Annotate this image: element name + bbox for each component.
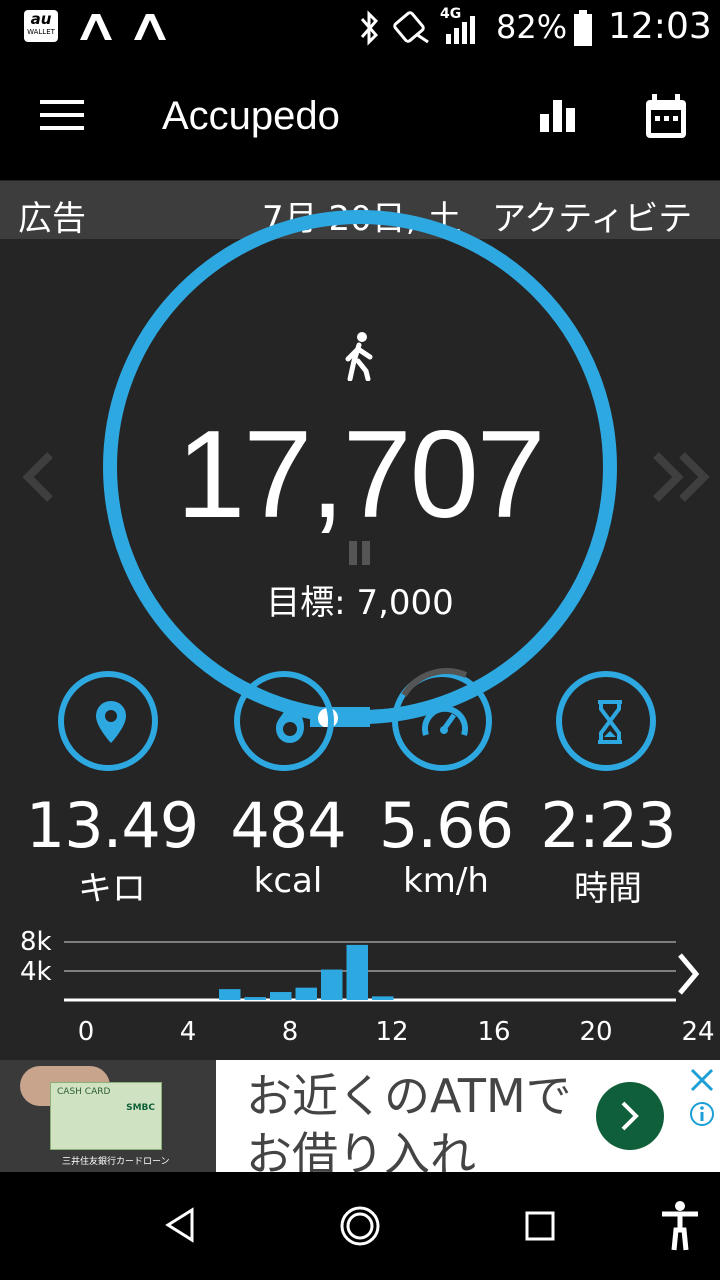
card-caption: 三井住友銀行カードローン xyxy=(62,1157,170,1167)
clock: 12:03 xyxy=(608,6,712,47)
calories-unit: kcal xyxy=(253,861,323,901)
menu-icon[interactable] xyxy=(40,100,86,132)
duration-unit: 時間 xyxy=(574,869,642,909)
pause-icon[interactable] xyxy=(347,539,373,567)
x-tick-0: 0 xyxy=(77,1017,95,1047)
accessibility-icon[interactable] xyxy=(658,1200,702,1252)
bar-hour-11 xyxy=(346,944,368,1000)
x-tick-4: 4 xyxy=(179,1017,197,1047)
ad-close-icon[interactable] xyxy=(688,1066,716,1094)
speed-value: 5.66 xyxy=(378,789,514,862)
a-icon xyxy=(80,14,112,40)
duration-value: 2:23 xyxy=(540,789,676,862)
wallet-top-text: au xyxy=(30,10,52,28)
y-tick-4k: 4k xyxy=(20,957,52,987)
main-panel: 17,707 目標: 7,000 13.49 484 5.66 2:23 キロ … xyxy=(0,210,720,1060)
distance-value: 13.49 xyxy=(25,789,200,862)
speed-unit: km/h xyxy=(403,861,489,901)
bar-hour-9 xyxy=(295,987,317,1000)
card-text: CASH CARD xyxy=(57,1087,111,1097)
app-bar: Accupedo xyxy=(0,56,720,180)
bar-hour-10 xyxy=(321,969,343,1000)
calendar-icon[interactable] xyxy=(644,94,688,140)
au-wallet-icon: au WALLET xyxy=(24,10,58,42)
bar-hour-7 xyxy=(244,997,266,1000)
hourly-steps-chart xyxy=(64,941,676,1002)
wallet-bottom-text: WALLET xyxy=(27,28,55,36)
x-tick-16: 16 xyxy=(477,1017,511,1047)
duration-button[interactable] xyxy=(556,671,656,771)
hourglass-icon xyxy=(598,700,622,744)
bluetooth-icon xyxy=(360,10,379,46)
chart-next-icon[interactable] xyxy=(676,951,702,997)
location-pin-icon xyxy=(96,701,126,743)
app-title: Accupedo xyxy=(162,94,340,138)
battery-icon xyxy=(574,10,592,46)
ad-info-icon[interactable] xyxy=(688,1100,716,1128)
step-count: 17,707 xyxy=(176,406,545,544)
speed-arc xyxy=(401,668,468,697)
chevron-right-icon xyxy=(621,1101,639,1131)
home-icon[interactable] xyxy=(338,1204,382,1248)
bar-hour-12 xyxy=(372,996,394,1000)
x-tick-12: 12 xyxy=(375,1017,409,1047)
ad-label[interactable]: 広告 xyxy=(18,191,86,240)
calories-value: 484 xyxy=(230,789,346,862)
distance-unit: キロ xyxy=(78,869,146,909)
x-tick-24: 24 xyxy=(681,1017,715,1047)
back-icon[interactable] xyxy=(162,1206,198,1244)
bar-chart-icon[interactable] xyxy=(538,96,578,134)
x-tick-8: 8 xyxy=(281,1017,299,1047)
calories-button[interactable] xyxy=(234,671,334,771)
flame-icon xyxy=(276,701,304,743)
recents-icon[interactable] xyxy=(524,1210,556,1242)
cash-card: CASH CARD SMBC xyxy=(50,1082,162,1150)
nfc-tag-icon xyxy=(393,11,429,44)
step-goal: 目標: 7,000 xyxy=(266,583,454,623)
x-tick-20: 20 xyxy=(579,1017,613,1047)
ad-headline-1[interactable]: お近くのATMで xyxy=(246,1060,572,1126)
navigation-bar xyxy=(0,1172,720,1280)
status-bar: au WALLET 4G 82% 12:03 xyxy=(0,0,720,56)
battery-percent: 82% xyxy=(496,8,568,46)
bar-hour-8 xyxy=(270,992,292,1000)
next-day-icon[interactable] xyxy=(650,451,714,503)
a-icon xyxy=(134,14,166,40)
previous-day-icon[interactable] xyxy=(20,451,56,503)
ad-image[interactable]: CASH CARD SMBC 三井住友銀行カードローン xyxy=(0,1060,216,1172)
ad-go-button[interactable] xyxy=(596,1082,664,1150)
ad-banner[interactable]: CASH CARD SMBC 三井住友銀行カードローン お近くのATMで お借り… xyxy=(0,1060,720,1181)
y-tick-8k: 8k xyxy=(20,927,52,957)
bar-hour-6 xyxy=(219,989,241,1000)
card-brand: SMBC xyxy=(126,1103,155,1113)
signal-icon xyxy=(446,16,475,44)
walking-person-icon xyxy=(345,332,373,381)
distance-button[interactable] xyxy=(58,671,158,771)
